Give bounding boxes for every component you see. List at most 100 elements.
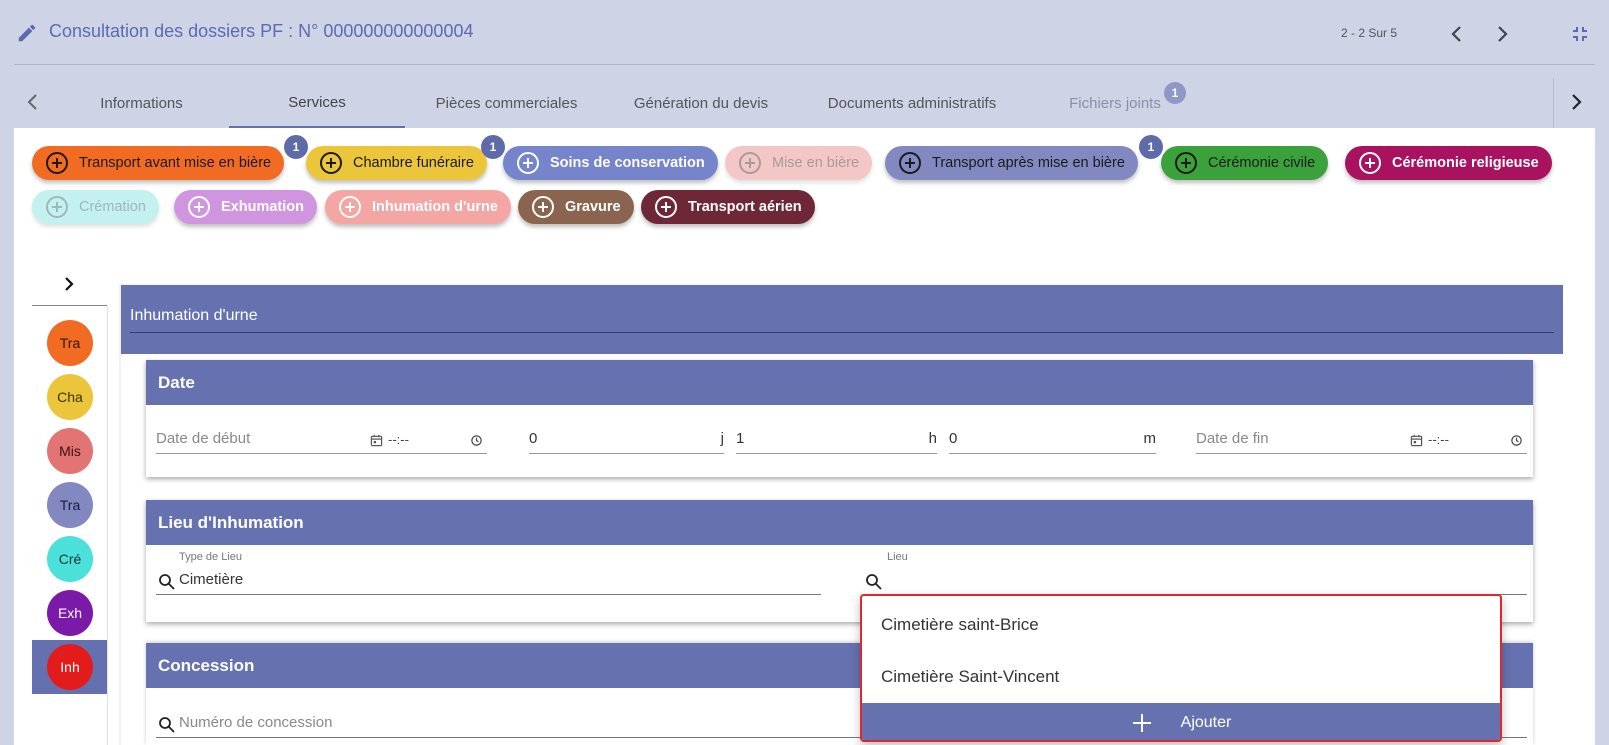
lieu-autocomplete-dropdown: Cimetière saint-Brice Cimetière Saint-Vi… — [860, 594, 1502, 742]
dropdown-option-saint-brice[interactable]: Cimetière saint-Brice — [881, 615, 1039, 635]
chip-transport-avant-mise-en-biere[interactable]: Transport avant mise en bière 1 — [32, 135, 308, 180]
start-date-placeholder: Date de début — [156, 430, 251, 447]
rail-expand-chevron-icon[interactable] — [59, 272, 79, 296]
tabs-scroll-right-icon[interactable] — [1564, 90, 1588, 114]
rail-item-transport[interactable]: Tra — [47, 320, 93, 366]
end-date-placeholder: Date de fin — [1196, 430, 1269, 447]
add-circle-icon — [517, 152, 539, 174]
chip-count-badge: 1 — [481, 135, 505, 159]
chip-soins-de-conservation[interactable]: Soins de conservation — [503, 146, 718, 180]
add-circle-icon — [899, 152, 921, 174]
add-circle-icon — [339, 196, 361, 218]
chip-chambre-funeraire[interactable]: Chambre funéraire 1 — [306, 135, 505, 180]
rail-item-cremation[interactable]: Cré — [47, 536, 93, 582]
service-header: Inhumation d'urne — [121, 285, 1563, 354]
type-lieu-input[interactable]: Cimetière — [156, 569, 821, 595]
clock-icon[interactable] — [470, 434, 483, 447]
add-circle-icon — [1175, 152, 1197, 174]
numero-concession-placeholder: Numéro de concession — [179, 714, 333, 731]
minutes-value: 0 — [949, 430, 958, 447]
collapse-fullscreen-icon[interactable] — [1568, 22, 1592, 46]
chip-label: Mise en bière — [772, 155, 860, 171]
tab-generation-devis[interactable]: Génération du devis — [608, 78, 794, 128]
type-lieu-value: Cimetière — [179, 571, 244, 588]
dropdown-option-saint-vincent[interactable]: Cimetière Saint-Vincent — [881, 667, 1059, 687]
chip-ceremonie-religieuse[interactable]: Cérémonie religieuse — [1345, 146, 1552, 180]
chip-ceremonie-civile[interactable]: Cérémonie civile — [1161, 146, 1329, 180]
edit-pencil-icon — [18, 24, 36, 42]
rail-item-label: Inh — [60, 659, 80, 675]
fichiers-joints-count-badge: 1 — [1164, 82, 1186, 104]
tabs-scroll-right-container — [1553, 78, 1595, 128]
rail-item-label: Tra — [59, 497, 81, 513]
minutes-input[interactable]: 0 m — [949, 428, 1156, 454]
type-lieu-label: Type de Lieu — [179, 551, 242, 563]
calendar-icon[interactable] — [1410, 434, 1423, 447]
tab-label: Documents administratifs — [827, 94, 997, 112]
tabs-scroll-left-icon[interactable] — [21, 90, 45, 114]
rail-divider — [32, 305, 107, 306]
chip-count-badge: 1 — [284, 135, 308, 159]
tab-label: Génération du devis — [633, 94, 769, 112]
rail-item-inhumation[interactable]: Inh — [47, 644, 93, 690]
days-unit: j — [720, 430, 724, 447]
chip-label: Inhumation d'urne — [372, 199, 498, 215]
minutes-unit: m — [1143, 430, 1157, 447]
days-input[interactable]: 0 j — [529, 428, 724, 454]
rail-item-chambre[interactable]: Cha — [47, 374, 93, 420]
chip-label: Crémation — [79, 199, 146, 215]
service-title: Inhumation d'urne — [130, 307, 258, 324]
rail-border — [107, 305, 108, 745]
tab-label: Informations — [100, 94, 183, 112]
previous-record-chevron-icon[interactable] — [1445, 22, 1469, 46]
end-date-input[interactable]: Date de fin --:-- — [1196, 428, 1527, 454]
add-circle-icon — [1359, 152, 1381, 174]
lieu-input[interactable] — [864, 569, 1527, 595]
tab-label: Fichiers joints — [1069, 94, 1161, 112]
start-date-input[interactable]: Date de début --:-- — [156, 428, 487, 454]
end-time-placeholder: --:-- — [1428, 432, 1449, 447]
chip-mise-en-biere[interactable]: Mise en bière — [725, 146, 873, 180]
rail-item-label: Cha — [57, 389, 83, 405]
hours-input[interactable]: 1 h — [736, 428, 937, 454]
chip-inhumation-durne[interactable]: Inhumation d'urne — [325, 190, 511, 224]
add-lieu-button[interactable]: Ajouter — [862, 703, 1500, 740]
days-value: 0 — [529, 430, 538, 447]
start-time-placeholder: --:-- — [388, 432, 409, 447]
add-circle-icon — [532, 196, 554, 218]
lieu-card-title: Lieu d'Inhumation — [146, 500, 1533, 545]
tab-services[interactable]: Services — [229, 78, 405, 128]
chip-exhumation[interactable]: Exhumation — [174, 190, 317, 224]
rail-item-mise-en-biere[interactable]: Mis — [47, 428, 93, 474]
add-circle-icon — [46, 152, 68, 174]
tab-pieces-commerciales[interactable]: Pièces commerciales — [405, 78, 608, 128]
chip-cremation[interactable]: Crémation — [32, 190, 159, 224]
header: Consultation des dossiers PF : N° 000000… — [0, 0, 1609, 65]
rail-item-label: Tra — [59, 335, 81, 351]
add-circle-icon — [46, 196, 68, 218]
chip-label: Gravure — [565, 199, 621, 215]
rail-item-transport-apres[interactable]: Tra — [47, 482, 93, 528]
lieu-label: Lieu — [887, 551, 908, 563]
rail-item-label: Exh — [57, 605, 83, 621]
chip-transport-aerien[interactable]: Transport aérien — [641, 190, 815, 224]
chip-gravure[interactable]: Gravure — [518, 190, 634, 224]
next-record-chevron-icon[interactable] — [1490, 22, 1514, 46]
plus-icon — [1132, 713, 1151, 732]
calendar-icon[interactable] — [370, 434, 383, 447]
header-divider — [14, 64, 1595, 65]
tab-documents-administratifs[interactable]: Documents administratifs — [794, 78, 1030, 128]
pager-text: 2 - 2 Sur 5 — [1341, 26, 1398, 40]
chip-transport-apres-mise-en-biere[interactable]: Transport après mise en bière 1 — [885, 135, 1163, 180]
clock-icon[interactable] — [1510, 434, 1523, 447]
tab-informations[interactable]: Informations — [54, 78, 229, 128]
chip-label: Soins de conservation — [550, 155, 705, 171]
page-title: Consultation des dossiers PF : N° 000000… — [49, 21, 474, 41]
add-circle-icon — [655, 196, 677, 218]
chip-label: Transport après mise en bière — [932, 155, 1125, 171]
rail-item-label: Cré — [58, 551, 82, 567]
rail-item-label: Mis — [59, 443, 81, 459]
search-icon — [159, 574, 175, 590]
rail-item-exhumation[interactable]: Exh — [47, 590, 93, 636]
chip-label: Transport avant mise en bière — [79, 155, 272, 171]
